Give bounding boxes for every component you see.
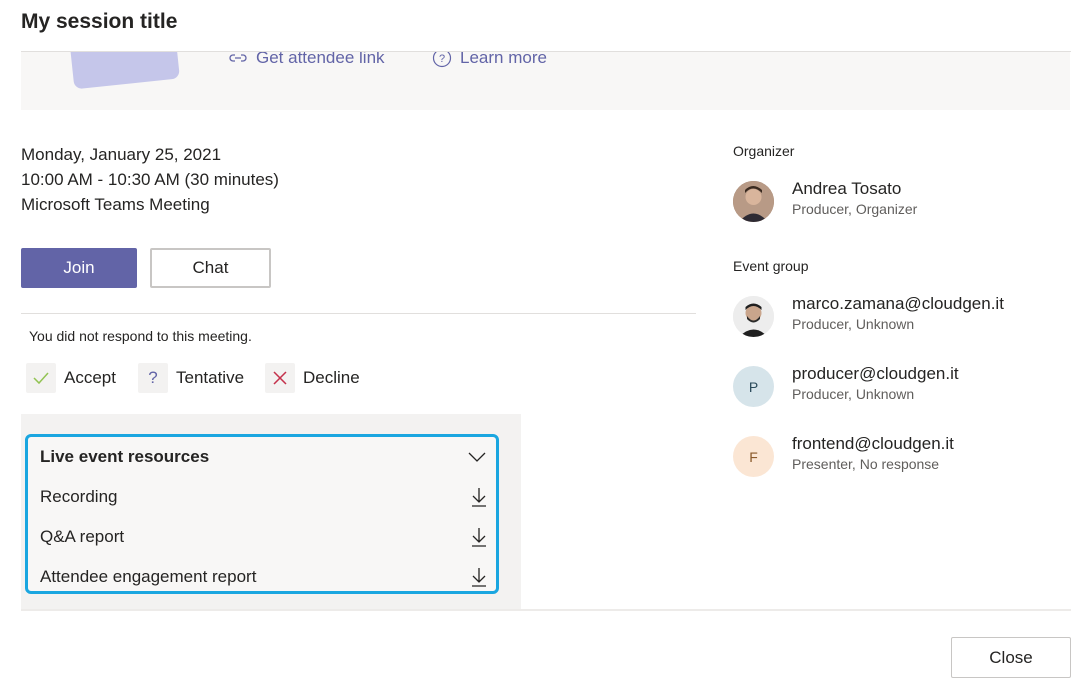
banner: Get attendee link ? Learn more	[21, 52, 1070, 110]
checkmark-icon	[26, 363, 56, 393]
person-role: Producer, Unknown	[792, 386, 915, 402]
person-name: Andrea Tosato	[792, 179, 902, 198]
join-button[interactable]: Join	[21, 248, 137, 288]
learn-more-link[interactable]: ? Learn more	[432, 52, 547, 68]
info-icon: ?	[432, 52, 452, 68]
close-x-icon	[265, 363, 295, 393]
event-group-member[interactable]: P producer@cloudgen.it Producer, Unknown	[733, 364, 959, 407]
person-name: producer@cloudgen.it	[792, 364, 959, 383]
resource-item-qa-report[interactable]: Q&A report	[40, 525, 488, 549]
response-status: You did not respond to this meeting.	[29, 328, 252, 344]
event-group-member[interactable]: marco.zamana@cloudgen.it Producer, Unkno…	[733, 294, 1004, 337]
meeting-time: 10:00 AM - 10:30 AM (30 minutes)	[21, 170, 279, 189]
person-name: frontend@cloudgen.it	[792, 434, 954, 453]
get-attendee-link[interactable]: Get attendee link	[228, 52, 385, 68]
question-icon: ?	[138, 363, 168, 393]
person-role: Presenter, No response	[792, 456, 940, 472]
person-role: Producer, Unknown	[792, 316, 915, 332]
live-event-resources: Live event resources Recording Q&A repor…	[25, 434, 499, 594]
avatar-initial: F	[733, 436, 774, 477]
dialog-title: My session title	[21, 10, 178, 33]
organizer-label: Organizer	[733, 143, 795, 159]
accept-label: Accept	[64, 368, 116, 387]
decline-label: Decline	[303, 368, 360, 387]
event-group-label: Event group	[733, 258, 809, 274]
person-role: Producer, Organizer	[792, 201, 918, 217]
download-icon[interactable]	[470, 527, 488, 547]
organizer-person[interactable]: Andrea Tosato Producer, Organizer	[733, 179, 918, 222]
avatar-initial: P	[733, 366, 774, 407]
person-name: marco.zamana@cloudgen.it	[792, 294, 1004, 313]
resource-label: Recording	[40, 487, 118, 506]
event-group-member[interactable]: F frontend@cloudgen.it Presenter, No res…	[733, 434, 954, 477]
avatar	[733, 181, 774, 222]
meeting-date: Monday, January 25, 2021	[21, 145, 222, 164]
chat-button[interactable]: Chat	[150, 248, 271, 288]
download-icon[interactable]	[470, 487, 488, 507]
close-button[interactable]: Close	[951, 637, 1071, 678]
get-attendee-link-label: Get attendee link	[256, 52, 385, 67]
decline-button[interactable]: Decline	[265, 363, 360, 393]
resource-item-engagement-report[interactable]: Attendee engagement report	[40, 565, 488, 589]
resource-item-recording[interactable]: Recording	[40, 485, 488, 509]
section-divider	[21, 313, 696, 314]
resources-heading: Live event resources	[40, 447, 210, 466]
chevron-down-icon	[468, 452, 486, 462]
avatar	[733, 296, 774, 337]
svg-text:?: ?	[439, 53, 445, 65]
resources-panel: Live event resources Recording Q&A repor…	[21, 414, 521, 610]
resource-label: Q&A report	[40, 527, 125, 546]
banner-illustration	[68, 52, 180, 90]
tentative-label: Tentative	[176, 368, 245, 387]
svg-text:?: ?	[148, 368, 157, 387]
resource-label: Attendee engagement report	[40, 567, 257, 586]
accept-button[interactable]: Accept	[26, 363, 116, 393]
resources-header[interactable]: Live event resources	[40, 445, 488, 469]
footer-divider	[21, 609, 1071, 611]
meeting-type: Microsoft Teams Meeting	[21, 195, 210, 214]
download-icon[interactable]	[470, 567, 488, 587]
learn-more-label: Learn more	[460, 52, 547, 67]
link-icon	[229, 54, 247, 62]
tentative-button[interactable]: ? Tentative	[138, 363, 244, 393]
